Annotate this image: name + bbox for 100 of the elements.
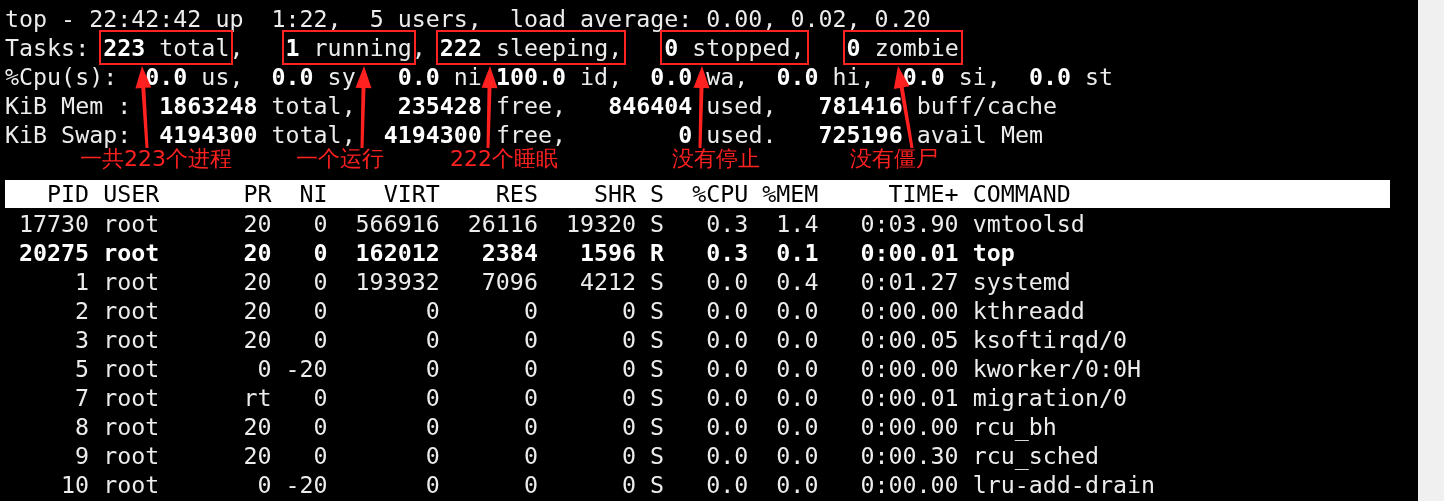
table-cell-text: 0	[424, 354, 440, 383]
table-cell-text: 7096	[480, 267, 538, 296]
table-cell-text: rcu_sched	[971, 441, 1099, 470]
column-header: PID	[46, 180, 90, 208]
table-cell-text: 0	[424, 470, 440, 499]
table-cell-text: 0:01.27	[859, 267, 959, 296]
table-cell-text: 0	[424, 441, 440, 470]
table-cell-text: top	[971, 238, 1015, 267]
table-cell-text: 0.4	[775, 267, 819, 296]
column-header: PR	[242, 180, 272, 208]
column-header: COMMAND	[971, 180, 1071, 208]
table-cell-text: root	[102, 209, 161, 238]
table-cell-text: lru-add-drain	[971, 470, 1155, 499]
table-cell-text: 10	[60, 470, 90, 499]
table-cell-text: 0	[312, 325, 328, 354]
table-cell-text: root	[102, 383, 161, 412]
table-cell-text: 0.0	[705, 354, 749, 383]
table-cell-text: 0:00.00	[859, 412, 959, 441]
table-cell-text: rcu_bh	[971, 412, 1057, 441]
table-cell-text: 0:00.00	[859, 296, 959, 325]
table-cell-text: 0	[522, 441, 538, 470]
table-cell-text: 0.0	[705, 412, 749, 441]
table-cell-text: 0	[621, 441, 637, 470]
table-cell-text: 0	[424, 412, 440, 441]
table-cell-text: 0.0	[705, 383, 749, 412]
table-cell-text: 0	[312, 412, 328, 441]
column-header: SHR	[593, 180, 637, 208]
table-cell-text: 0:00.00	[859, 354, 959, 383]
table-cell-text: 0	[522, 325, 538, 354]
table-cell-text: S	[649, 470, 665, 499]
table-cell-text: 0	[312, 296, 328, 325]
table-cell-text: root	[102, 296, 161, 325]
table-cell-text: 2384	[480, 238, 538, 267]
table-cell-text: 20	[242, 296, 272, 325]
column-header: %CPU	[691, 180, 749, 208]
summary-text: Tasks:	[5, 34, 91, 61]
table-cell-text: 20	[242, 238, 272, 267]
table-cell-text: 0:00.05	[859, 325, 959, 354]
table-cell-text: 0	[522, 383, 538, 412]
table-cell-text: root	[102, 441, 161, 470]
table-cell-text: 0.0	[705, 470, 749, 499]
table-cell-text: 162012	[354, 238, 440, 267]
table-cell-text: 0.1	[775, 238, 819, 267]
table-cell-text: 20	[242, 325, 272, 354]
table-cell-text: 1	[74, 267, 90, 296]
table-cell-text: 0	[312, 238, 328, 267]
table-cell-text: 0.0	[705, 441, 749, 470]
table-cell-text: root	[102, 412, 161, 441]
table-cell-text: 20	[242, 209, 272, 238]
table-cell-text: 0	[522, 296, 538, 325]
table-cell-text: root	[102, 267, 161, 296]
table-cell-text: 0:00.01	[859, 383, 959, 412]
table-cell-text: 0	[256, 470, 272, 499]
table-cell-text: 0	[424, 383, 440, 412]
summary-text: ,	[411, 34, 427, 61]
table-cell-text: 0	[424, 296, 440, 325]
table-cell-text: 0:00.01	[859, 238, 959, 267]
table-cell-text: S	[649, 296, 665, 325]
table-cell-text: 3	[74, 325, 90, 354]
table-cell-text: 0	[312, 209, 328, 238]
annotation-label: 没有停止	[672, 146, 760, 172]
table-cell-text: 0	[256, 354, 272, 383]
table-cell-text: 0	[312, 441, 328, 470]
table-cell-text: 566916	[354, 209, 440, 238]
table-cell-text: 0	[621, 325, 637, 354]
column-header: %MEM	[761, 180, 819, 208]
table-cell-text: 20	[242, 441, 272, 470]
table-cell-text: 0.0	[705, 296, 749, 325]
table-cell-text: 1596	[579, 238, 637, 267]
table-cell-text: 7	[74, 383, 90, 412]
table-cell-text: 0	[522, 354, 538, 383]
table-cell-text: R	[649, 238, 665, 267]
table-cell-text: 0	[621, 383, 637, 412]
table-cell-text: root	[102, 325, 161, 354]
summary-text: KiB Mem : 1863248 total, 235428 free, 846404 used, 781416 buff/cache	[5, 92, 1057, 119]
table-cell-text: root	[102, 354, 161, 383]
column-header: TIME+	[887, 180, 959, 208]
table-cell-text: 0.0	[775, 441, 819, 470]
table-cell-text: 0	[312, 267, 328, 296]
table-cell-text: migration/0	[971, 383, 1127, 412]
table-cell-text: root	[102, 238, 161, 267]
table-cell-text: 0	[621, 354, 637, 383]
table-cell-text: ksoftirqd/0	[971, 325, 1127, 354]
table-cell-text: 0:00.30	[859, 441, 959, 470]
table-cell-text: S	[649, 412, 665, 441]
table-cell-text: 1.4	[775, 209, 819, 238]
table-cell-text: 0	[522, 412, 538, 441]
table-cell-text: 20	[242, 267, 272, 296]
table-cell-text: 0	[621, 296, 637, 325]
table-cell-text: 5	[74, 354, 90, 383]
table-cell-text: 17730	[18, 209, 90, 238]
summary-text: top - 22:42:42 up 1:22, 5 users, load average: 0.00, 0.02, 0.20	[5, 5, 931, 32]
column-header: RES	[494, 180, 538, 208]
table-cell-text: 0.0	[705, 325, 749, 354]
table-cell-text: rt	[242, 383, 272, 412]
table-cell-text: 0.3	[705, 209, 749, 238]
table-cell-text: S	[649, 441, 665, 470]
table-cell-text: root	[102, 470, 161, 499]
table-cell-text: 0.0	[775, 325, 819, 354]
column-header: VIRT	[382, 180, 440, 208]
